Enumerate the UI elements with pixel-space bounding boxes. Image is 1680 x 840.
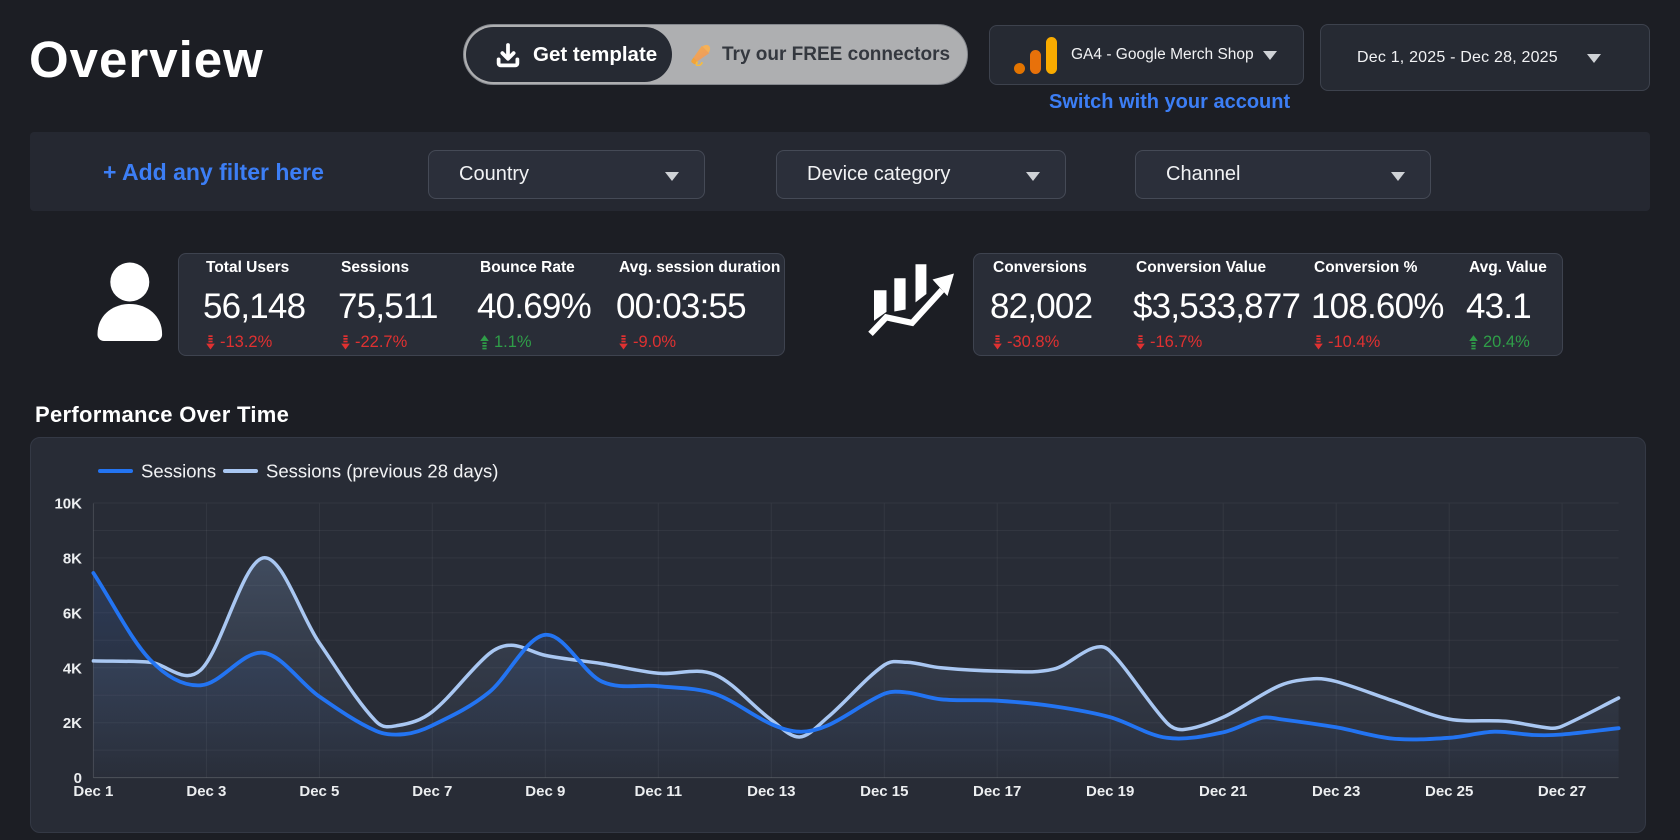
svg-text:Sessions (previous 28 days): Sessions (previous 28 days): [266, 461, 498, 482]
svg-text:Dec 21: Dec 21: [1199, 783, 1247, 800]
svg-text:Dec 3: Dec 3: [186, 783, 226, 800]
svg-text:Dec 11: Dec 11: [635, 783, 683, 800]
svg-text:6K: 6K: [63, 605, 82, 622]
svg-text:Sessions: Sessions: [141, 461, 216, 482]
svg-text:Dec 27: Dec 27: [1538, 783, 1586, 800]
svg-text:2K: 2K: [63, 715, 82, 732]
svg-text:Dec 25: Dec 25: [1425, 783, 1473, 800]
svg-text:10K: 10K: [54, 496, 82, 513]
svg-text:Dec 1: Dec 1: [73, 783, 113, 800]
svg-text:Dec 17: Dec 17: [973, 783, 1021, 800]
svg-text:Dec 9: Dec 9: [525, 783, 565, 800]
svg-text:Dec 15: Dec 15: [860, 783, 908, 800]
svg-text:Dec 7: Dec 7: [412, 783, 452, 800]
svg-text:Dec 13: Dec 13: [747, 783, 795, 800]
svg-text:Dec 5: Dec 5: [299, 783, 339, 800]
svg-text:Dec 23: Dec 23: [1312, 783, 1360, 800]
svg-text:8K: 8K: [63, 550, 82, 567]
svg-text:4K: 4K: [63, 660, 82, 677]
svg-text:Dec 19: Dec 19: [1086, 783, 1134, 800]
